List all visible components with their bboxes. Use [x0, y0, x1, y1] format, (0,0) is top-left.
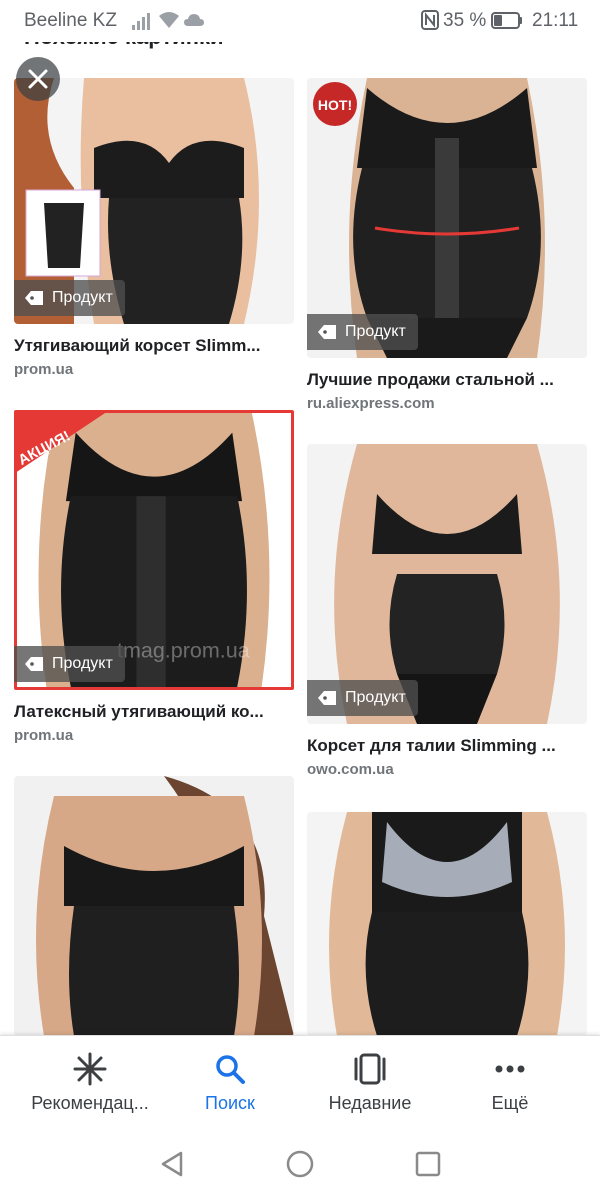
bottom-navigation: Рекомендац... Поиск Недавние Ещё — [0, 1035, 600, 1131]
svg-text:HOT!: HOT! — [318, 97, 352, 113]
tag-icon — [25, 291, 43, 305]
nav-label: Ещё — [491, 1093, 529, 1113]
badge-label: Продукт — [345, 323, 406, 340]
result-title[interactable]: Латексный утягивающий ко... — [14, 702, 294, 722]
product-badge: Продукт — [307, 680, 418, 716]
carrier-name: Beeline KZ — [24, 10, 117, 31]
product-photo — [14, 776, 294, 1036]
home-icon[interactable] — [285, 1149, 315, 1179]
close-icon — [28, 69, 48, 89]
signal-icon — [132, 13, 150, 30]
cloud-icon — [184, 14, 204, 26]
badge-label: Продукт — [52, 289, 113, 306]
nav-label: Поиск — [205, 1093, 255, 1113]
svg-text:tmag.prom.ua: tmag.prom.ua — [117, 639, 250, 663]
badge-label: Продукт — [345, 689, 406, 706]
recent-tabs-icon — [354, 1053, 386, 1085]
tag-icon — [318, 691, 336, 705]
system-navigation-bar — [0, 1131, 600, 1199]
close-button[interactable] — [16, 57, 60, 101]
product-photo — [307, 812, 587, 1036]
asterisk-icon — [73, 1052, 107, 1086]
back-icon[interactable] — [157, 1149, 187, 1179]
nav-more[interactable]: Ещё — [435, 1036, 585, 1132]
clock: 21:11 — [532, 10, 579, 31]
nav-recent[interactable]: Недавние — [295, 1036, 445, 1132]
more-dots-icon — [495, 1065, 525, 1073]
nav-search[interactable]: Поиск — [155, 1036, 305, 1132]
nav-label: Недавние — [328, 1093, 412, 1113]
nav-label: Рекомендац... — [31, 1093, 149, 1113]
search-icon — [216, 1055, 245, 1084]
result-source[interactable]: prom.ua — [14, 727, 73, 744]
result-thumbnail[interactable] — [307, 812, 587, 1036]
result-source[interactable]: ru.aliexpress.com — [307, 395, 435, 412]
product-badge: Продукт — [14, 280, 125, 316]
recents-icon[interactable] — [413, 1149, 443, 1179]
result-title[interactable]: Лучшие продажи стальной ... — [307, 370, 587, 390]
battery-percent: 35 % — [443, 10, 487, 31]
tag-icon — [318, 325, 336, 339]
product-badge: Продукт — [14, 646, 125, 682]
result-thumbnail[interactable] — [14, 776, 294, 1036]
product-badge: Продукт — [307, 314, 418, 350]
status-bar: Beeline KZ 35 % 21:11 — [0, 0, 600, 42]
result-source[interactable]: owo.com.ua — [307, 761, 394, 778]
battery-icon — [491, 12, 522, 29]
nfc-icon — [421, 10, 439, 30]
wifi-icon — [159, 12, 179, 28]
result-title[interactable]: Корсет для талии Slimming ... — [307, 736, 587, 756]
badge-label: Продукт — [52, 655, 113, 672]
nav-recommendations[interactable]: Рекомендац... — [15, 1036, 165, 1132]
result-source[interactable]: prom.ua — [14, 361, 73, 378]
result-title[interactable]: Утягивающий корсет Slimm... — [14, 336, 294, 356]
tag-icon — [25, 657, 43, 671]
